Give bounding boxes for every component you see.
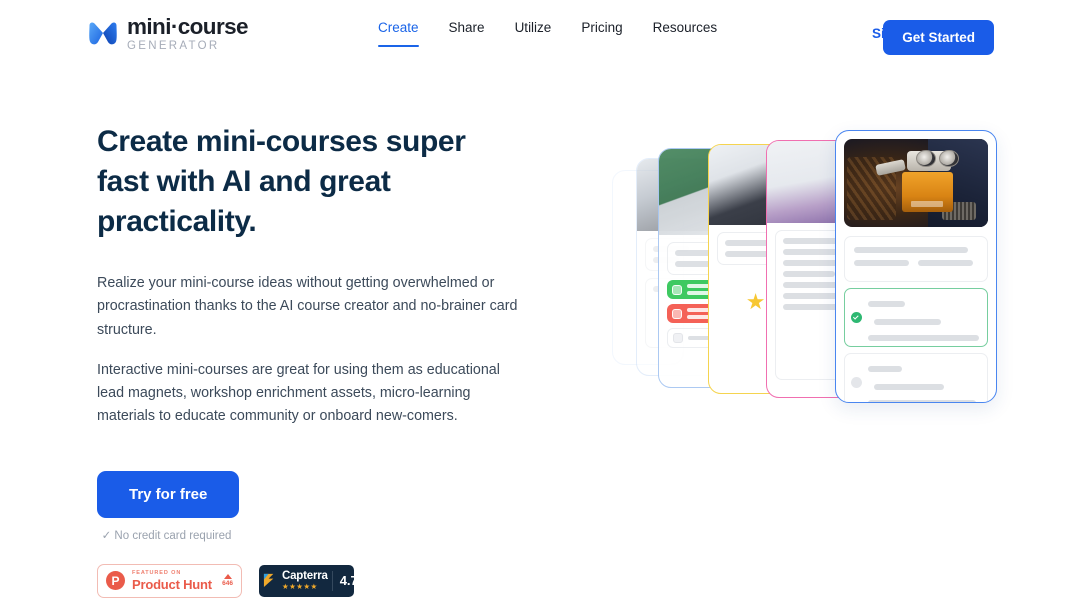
main-nav: Create Share Utilize Pricing Resources: [378, 20, 717, 47]
product-hunt-badge[interactable]: P FEATURED ON Product Hunt 646: [97, 563, 242, 598]
star-icon: ★: [745, 289, 766, 314]
circle-icon: [851, 377, 862, 388]
product-hunt-name: Product Hunt: [132, 576, 212, 592]
landing-page: mini·course GENERATOR Create Share Utili…: [0, 0, 1089, 601]
nav-item-utilize[interactable]: Utilize: [515, 20, 552, 47]
try-for-free-button[interactable]: Try for free: [97, 470, 240, 518]
stack-card-front: [835, 130, 997, 403]
cross-square-icon: [672, 308, 682, 319]
hero-content: Create mini-courses super fast with AI a…: [97, 122, 537, 598]
answer-skeleton: [868, 359, 981, 402]
capterra-text: Capterra ★★★★★: [282, 569, 328, 592]
nav-item-pricing[interactable]: Pricing: [581, 20, 622, 47]
page-title: Create mini-courses super fast with AI a…: [97, 125, 466, 238]
product-hunt-text: FEATURED ON Product Hunt: [132, 571, 215, 591]
butterfly-logo-icon: [89, 22, 117, 44]
capterra-badge[interactable]: Capterra ★★★★★ 4.7: [259, 564, 358, 597]
logo-tagline: GENERATOR: [127, 39, 220, 52]
product-hunt-icon: P: [106, 571, 125, 591]
logo[interactable]: mini·course GENERATOR: [88, 14, 249, 52]
nav-item-resources[interactable]: Resources: [653, 20, 718, 47]
image-robot-body: [901, 172, 954, 213]
logo-text: mini·course GENERATOR: [127, 14, 249, 52]
trust-badges: P FEATURED ON Product Hunt 646 Capterra: [97, 563, 537, 598]
capterra-score: 4.7: [339, 573, 358, 589]
answer-skeleton: [868, 294, 981, 341]
question-skeleton: [844, 236, 988, 282]
empty-square-icon: [673, 333, 683, 343]
nav-item-create[interactable]: Create: [378, 20, 419, 47]
check-circle-icon: [851, 312, 862, 323]
image-robot-eyes: [916, 149, 960, 168]
upvote-triangle-icon: [223, 574, 232, 580]
capterra-name: Capterra: [282, 569, 328, 582]
capterra-divider: [331, 570, 333, 591]
hero-paragraph-2: Interactive mini-courses are great for u…: [97, 361, 500, 425]
product-hunt-featured-label: FEATURED ON: [132, 570, 182, 577]
logo-name: mini·course: [127, 14, 249, 39]
no-credit-card-note: ✓ No credit card required: [101, 529, 232, 542]
site-header: mini·course GENERATOR Create Share Utili…: [0, 0, 1089, 70]
capterra-flag-icon: [263, 573, 274, 587]
check-square-icon: [672, 284, 682, 295]
hero-paragraph-1: Realize your mini-course ideas without g…: [97, 275, 518, 338]
nav-item-share[interactable]: Share: [449, 20, 485, 47]
capterra-stars: ★★★★★: [282, 582, 318, 592]
course-card-stack: ★ ★: [600, 130, 1020, 420]
answer-option[interactable]: [844, 353, 988, 402]
answer-option-correct[interactable]: [844, 288, 988, 347]
product-hunt-votes: 646: [222, 574, 233, 588]
product-hunt-vote-count: 646: [222, 580, 233, 588]
get-started-button[interactable]: Get Started: [883, 20, 994, 55]
wall-e-robot-image: [844, 139, 988, 227]
